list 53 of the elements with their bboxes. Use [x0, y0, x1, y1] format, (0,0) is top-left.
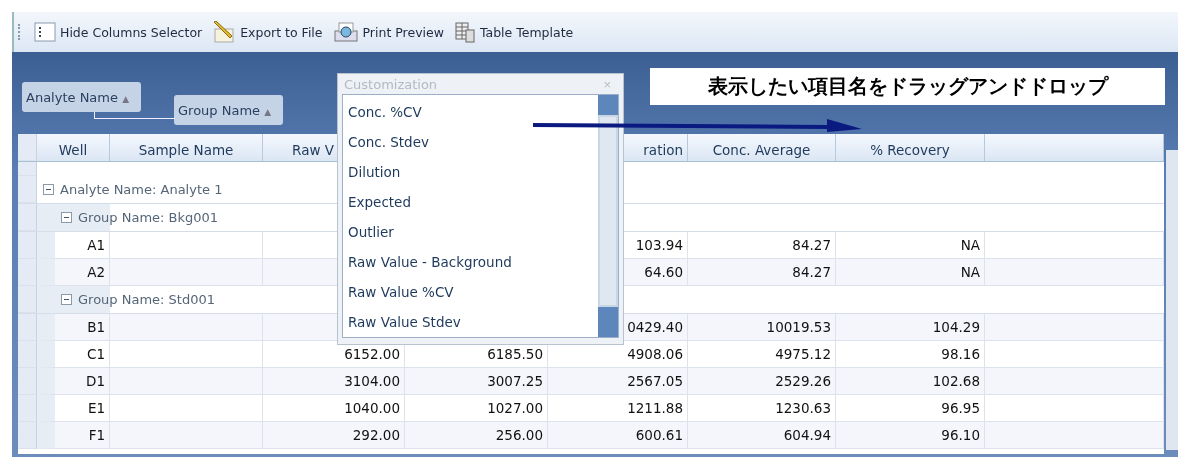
list-icon [34, 22, 56, 42]
table-cell: 3007.25 [405, 368, 548, 395]
table-cell: 84.27 [688, 259, 836, 286]
column-header[interactable]: Conc. Average [688, 134, 836, 161]
row-indicator [18, 314, 37, 341]
field-list-item[interactable]: Conc. %CV [343, 97, 598, 127]
table-cell: A2 [37, 259, 110, 286]
collapse-icon[interactable] [43, 184, 54, 195]
table-cell: 10019.53 [688, 314, 836, 341]
group-chip[interactable]: Analyte Name ▲ [22, 82, 142, 112]
row-indicator [18, 368, 37, 395]
row-indicator [18, 259, 37, 286]
annotation-banner: 表示したい項目名をドラッグアンドドロップ [650, 68, 1165, 105]
table-cell: 292.00 [263, 422, 405, 449]
toolbar-button[interactable]: Export to File [209, 21, 326, 43]
collapse-icon[interactable] [61, 212, 72, 223]
table-cell: 102.68 [836, 368, 985, 395]
table-cell: 96.10 [836, 422, 985, 449]
row-indicator [18, 341, 37, 368]
column-header[interactable]: % Recovery [836, 134, 985, 161]
table-icon [453, 21, 476, 43]
row-indicator [18, 422, 37, 449]
table-cell: D1 [37, 368, 110, 395]
table-cell: 2529.26 [688, 368, 836, 395]
toolbar-button[interactable]: Hide Columns Selector [31, 22, 206, 42]
row-indicator [18, 204, 37, 231]
group-row-label: Group Name: Std001 [78, 292, 215, 307]
field-list-item[interactable]: Expected [343, 187, 598, 217]
row-indicator [18, 286, 37, 313]
scrollbar[interactable] [1166, 150, 1178, 450]
table-cell: B1 [37, 314, 110, 341]
row-indicator [18, 395, 37, 422]
table-cell: 2567.05 [548, 368, 688, 395]
group-row-label: Analyte Name: Analyte 1 [60, 182, 223, 197]
table-cell: 604.94 [688, 422, 836, 449]
toolbar-button[interactable]: Print Preview [329, 21, 447, 43]
table-cell: 600.61 [548, 422, 688, 449]
table-cell: F1 [37, 422, 110, 449]
table-cell: NA [836, 259, 985, 286]
row-indicator [18, 232, 37, 259]
group-chip[interactable]: Group Name ▲ [174, 95, 284, 125]
column-header[interactable]: Sample Name [110, 134, 263, 161]
toolbar-button[interactable]: Table Template [450, 21, 577, 43]
pencil-icon [212, 21, 237, 43]
popup-title: Customization [344, 76, 438, 92]
column-header[interactable]: Well [37, 134, 110, 161]
table-cell: 256.00 [405, 422, 548, 449]
printer-icon [332, 21, 359, 43]
table-cell: 3104.00 [263, 368, 405, 395]
collapse-icon[interactable] [61, 294, 72, 305]
grip-icon [18, 24, 23, 40]
group-row-label: Group Name: Bkg001 [78, 210, 219, 225]
table-cell: 104.29 [836, 314, 985, 341]
